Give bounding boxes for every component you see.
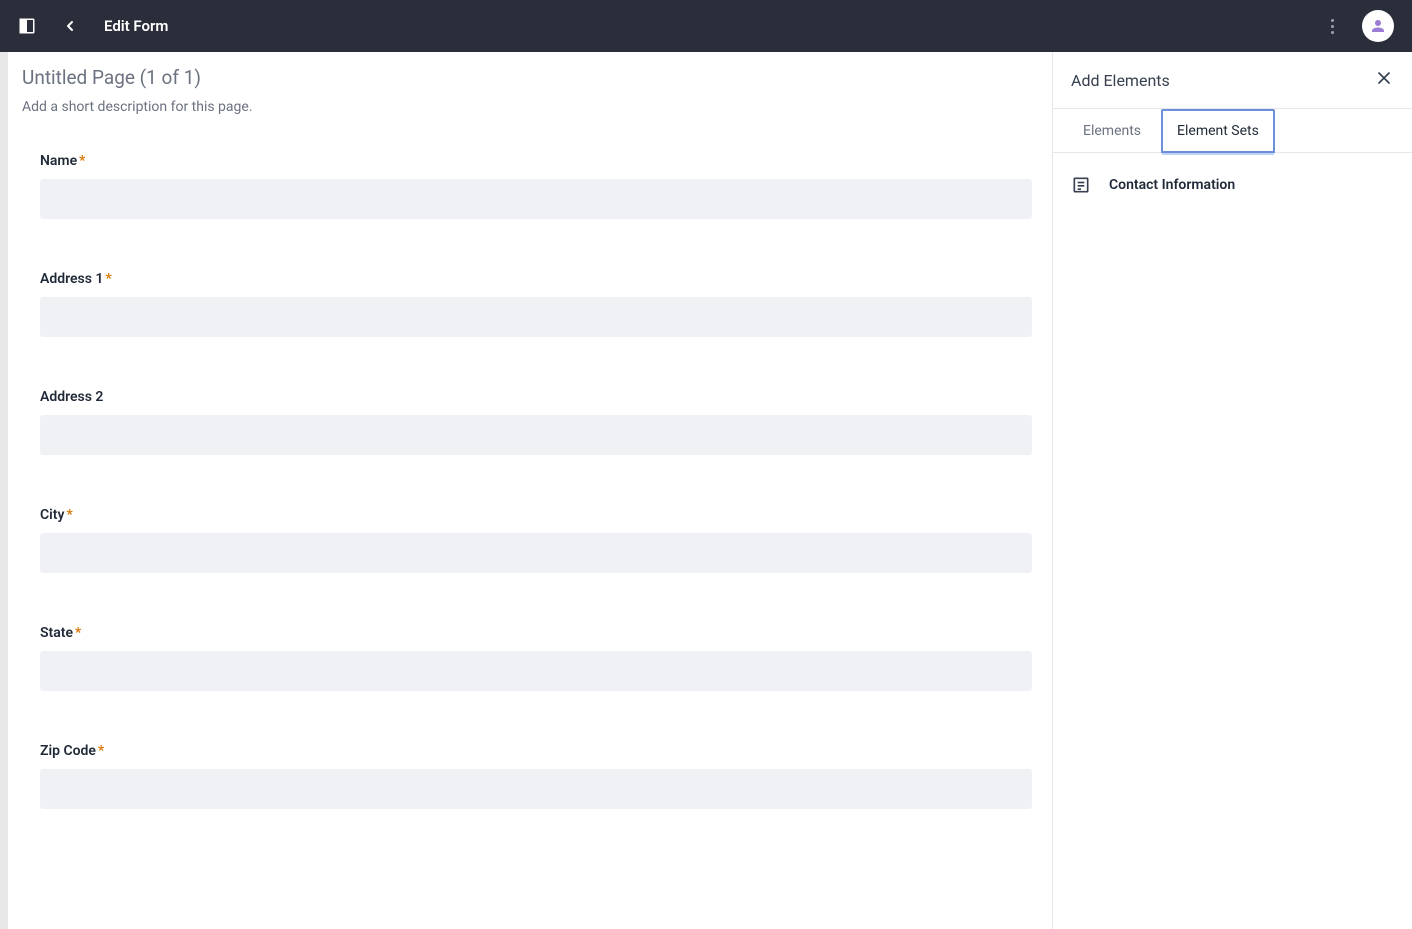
header-title: Edit Form xyxy=(104,17,168,35)
user-avatar[interactable] xyxy=(1362,10,1394,42)
form-field[interactable]: Zip Code* xyxy=(22,743,1032,809)
field-input[interactable] xyxy=(40,651,1032,691)
field-label: Address 1* xyxy=(40,271,1032,287)
close-icon[interactable] xyxy=(1374,68,1394,92)
field-label: State* xyxy=(40,625,1032,641)
form-field[interactable]: City* xyxy=(22,507,1032,573)
field-input[interactable] xyxy=(40,769,1032,809)
topbar-left: Edit Form xyxy=(18,17,168,35)
form-field[interactable]: Name* xyxy=(22,153,1032,219)
back-icon[interactable] xyxy=(62,18,78,34)
more-menu-icon[interactable] xyxy=(1325,13,1340,40)
topbar-right xyxy=(1325,10,1394,42)
field-label: City* xyxy=(40,507,1032,523)
form-field[interactable]: State* xyxy=(22,625,1032,691)
field-input[interactable] xyxy=(40,297,1032,337)
top-bar: Edit Form xyxy=(0,0,1412,52)
add-elements-panel: Add Elements ElementsElement Sets Contac… xyxy=(1052,52,1412,929)
side-panel-header: Add Elements xyxy=(1053,52,1412,109)
field-label: Address 2 xyxy=(40,389,1032,405)
workspace: Untitled Page (1 of 1) Add a short descr… xyxy=(0,52,1412,929)
field-input[interactable] xyxy=(40,415,1032,455)
field-label: Zip Code* xyxy=(40,743,1032,759)
field-label: Name* xyxy=(40,153,1032,169)
field-input[interactable] xyxy=(40,179,1032,219)
required-indicator: * xyxy=(66,507,72,523)
field-input[interactable] xyxy=(40,533,1032,573)
tab-elements[interactable]: Elements xyxy=(1067,109,1157,153)
side-panel-title: Add Elements xyxy=(1071,71,1170,90)
element-set-label: Contact Information xyxy=(1109,177,1235,193)
form-field[interactable]: Address 1* xyxy=(22,271,1032,337)
panel-toggle-icon[interactable] xyxy=(18,17,36,35)
required-indicator: * xyxy=(105,271,111,287)
required-indicator: * xyxy=(79,153,85,169)
side-panel-content: Contact Information xyxy=(1053,153,1412,217)
page-description[interactable]: Add a short description for this page. xyxy=(22,99,1032,115)
tab-element-sets[interactable]: Element Sets xyxy=(1161,109,1275,153)
page-title[interactable]: Untitled Page (1 of 1) xyxy=(22,66,1032,89)
side-panel-tabs: ElementsElement Sets xyxy=(1053,109,1412,153)
required-indicator: * xyxy=(98,743,104,759)
form-set-icon xyxy=(1071,175,1091,195)
left-gutter xyxy=(0,52,8,929)
element-set-item[interactable]: Contact Information xyxy=(1071,171,1394,199)
form-field[interactable]: Address 2 xyxy=(22,389,1032,455)
main-form-area: Untitled Page (1 of 1) Add a short descr… xyxy=(8,52,1052,929)
required-indicator: * xyxy=(75,625,81,641)
